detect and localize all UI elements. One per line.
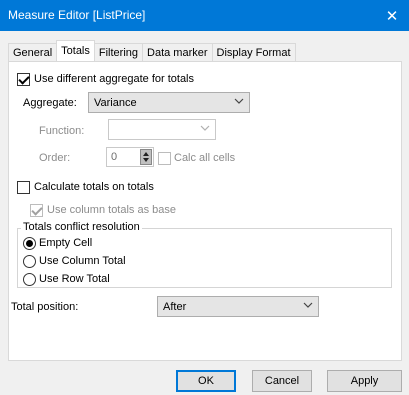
calculate-totals-on-totals-label: Calculate totals on totals [34,181,154,193]
radio-use-row-total-label: Use Row Total [39,273,110,285]
totals-panel: Use different aggregate for totals Aggre… [8,61,402,361]
aggregate-value: Variance [94,97,137,109]
spin-buttons[interactable] [140,149,152,165]
calc-all-cells-label: Calc all cells [174,152,236,164]
use-column-totals-label: Use column totals as base [47,204,177,216]
aggregate-select[interactable]: Variance [88,92,250,113]
radio-use-column-total[interactable] [23,255,36,268]
aggregate-label: Aggregate: [23,97,77,109]
chevron-down-icon [200,125,210,131]
use-column-totals-checkbox[interactable] [30,204,43,217]
tab-general[interactable]: General [8,43,58,61]
total-position-select[interactable]: After [157,296,319,317]
spin-up-icon[interactable] [143,152,149,156]
order-value: 0 [111,151,118,163]
function-select[interactable] [108,119,216,140]
order-stepper[interactable]: 0 [106,147,154,167]
radio-empty-cell-label: Empty Cell [39,237,93,249]
tab-display-format[interactable]: Display Format [211,43,296,61]
total-position-value: After [163,301,187,313]
radio-use-column-total-label: Use Column Total [39,255,126,267]
cancel-button[interactable]: Cancel [252,370,312,392]
totals-conflict-legend: Totals conflict resolution [21,221,142,233]
calculate-totals-on-totals-checkbox[interactable] [17,181,30,194]
use-different-aggregate-checkbox[interactable] [17,73,30,86]
spin-down-icon[interactable] [143,158,149,162]
function-label: Function: [39,125,85,137]
window-title: Measure Editor [ListPrice] [8,8,146,22]
order-label: Order: [39,152,71,164]
close-icon[interactable]: ✕ [375,0,409,31]
radio-empty-cell[interactable] [23,237,36,250]
chevron-down-icon [303,302,313,308]
total-position-label: Total position: [11,301,79,313]
chevron-down-icon [234,98,244,104]
tab-filtering[interactable]: Filtering [93,43,144,61]
use-different-aggregate-label: Use different aggregate for totals [34,73,195,85]
calc-all-cells-checkbox[interactable] [158,152,171,165]
apply-button[interactable]: Apply [327,370,402,392]
tab-strip: General Totals Filtering Data marker Dis… [8,40,296,61]
radio-use-row-total[interactable] [23,273,36,286]
title-bar: Measure Editor [ListPrice] ✕ [0,0,409,31]
tab-data-marker[interactable]: Data marker [142,43,213,61]
ok-button[interactable]: OK [176,370,236,392]
tab-totals[interactable]: Totals [56,40,95,61]
